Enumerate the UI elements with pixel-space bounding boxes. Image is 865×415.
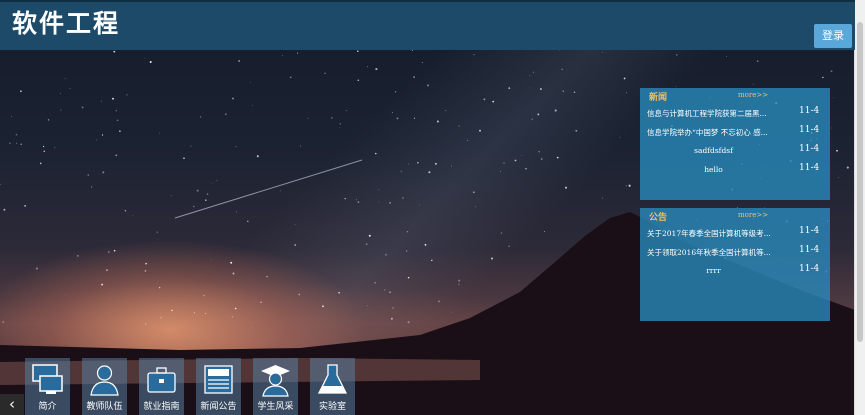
news-panel: 新闻 more>> 信息与计算机工程学院获第二届黑... 11-4 信息学院举办… <box>640 88 830 200</box>
news-item-date: 11-4 <box>799 144 820 154</box>
notice-panel: 公告 more>> 关于2017年春季全国计算机等级考... 11-4 关于领取… <box>640 208 830 321</box>
news-item[interactable]: sadfdsfdsf 11-4 <box>640 142 830 161</box>
scrollbar-thumb[interactable] <box>857 22 863 342</box>
notice-item-title[interactable]: 关于2017年春季全国计算机等级考... <box>647 228 780 239</box>
nav-label: 学生风采 <box>257 402 294 412</box>
notice-item-date: 11-4 <box>799 264 820 274</box>
news-item-date: 11-4 <box>799 163 820 173</box>
nav-item-news[interactable]: 新闻公告 <box>196 358 241 415</box>
teacher-icon <box>90 365 119 396</box>
news-panel-header: 新闻 more>> <box>640 88 830 104</box>
nav-label: 新闻公告 <box>200 402 237 412</box>
news-more-link[interactable]: more>> <box>738 91 768 99</box>
notice-panel-header: 公告 more>> <box>640 208 830 224</box>
notice-title: 公告 <box>649 213 668 223</box>
nav-label: 教师队伍 <box>86 402 123 412</box>
news-item-date: 11-4 <box>799 125 820 135</box>
newspaper-icon <box>204 365 233 394</box>
notice-item[interactable]: 关于领取2016年秋季全国计算机等... 11-4 <box>640 243 830 262</box>
computer-icon <box>32 364 63 394</box>
notice-item-title[interactable]: rrrr <box>647 266 780 275</box>
notice-more-link[interactable]: more>> <box>738 211 768 219</box>
notice-item-title[interactable]: 关于领取2016年秋季全国计算机等... <box>647 247 780 258</box>
nav-item-lab[interactable]: 实验室 <box>310 358 355 415</box>
news-item[interactable]: 信息学院举办“中国梦 不忘初心 感... 11-4 <box>640 123 830 142</box>
briefcase-icon <box>147 367 176 393</box>
site-title: 软件工程 <box>12 9 121 38</box>
news-item[interactable]: 信息与计算机工程学院获第二届黑... 11-4 <box>640 104 830 123</box>
notice-item-date: 11-4 <box>799 245 820 255</box>
page-scrollbar[interactable] <box>854 0 865 415</box>
meteor-trail <box>174 159 363 219</box>
news-item[interactable]: hello 11-4 <box>640 161 830 180</box>
graduate-icon <box>261 365 290 397</box>
nav-item-teachers[interactable]: 教师队伍 <box>82 358 127 415</box>
nav-label: 实验室 <box>318 402 346 412</box>
news-item-title[interactable]: sadfdsfdsf <box>647 146 780 155</box>
news-item-date: 11-4 <box>799 106 820 116</box>
flask-icon <box>317 364 348 394</box>
nav-item-students[interactable]: 学生风采 <box>253 358 298 415</box>
site-header: 软件工程 登录 <box>0 0 855 50</box>
carousel-prev-button[interactable]: ‹ <box>0 394 24 415</box>
login-button[interactable]: 登录 <box>814 24 852 48</box>
nav-item-career[interactable]: 就业指南 <box>139 358 184 415</box>
news-item-title[interactable]: 信息学院举办“中国梦 不忘初心 感... <box>647 127 780 138</box>
news-item-title[interactable]: 信息与计算机工程学院获第二届黑... <box>647 108 780 119</box>
news-item-title[interactable]: hello <box>647 165 780 174</box>
notice-item[interactable]: 关于2017年春季全国计算机等级考... 11-4 <box>640 224 830 243</box>
notice-item-date: 11-4 <box>799 226 820 236</box>
nav-label: 就业指南 <box>143 402 180 412</box>
nav-item-intro[interactable]: 简介 <box>25 358 70 415</box>
nav-label: 简介 <box>38 402 57 412</box>
news-title: 新闻 <box>649 93 668 103</box>
notice-item[interactable]: rrrr 11-4 <box>640 262 830 281</box>
